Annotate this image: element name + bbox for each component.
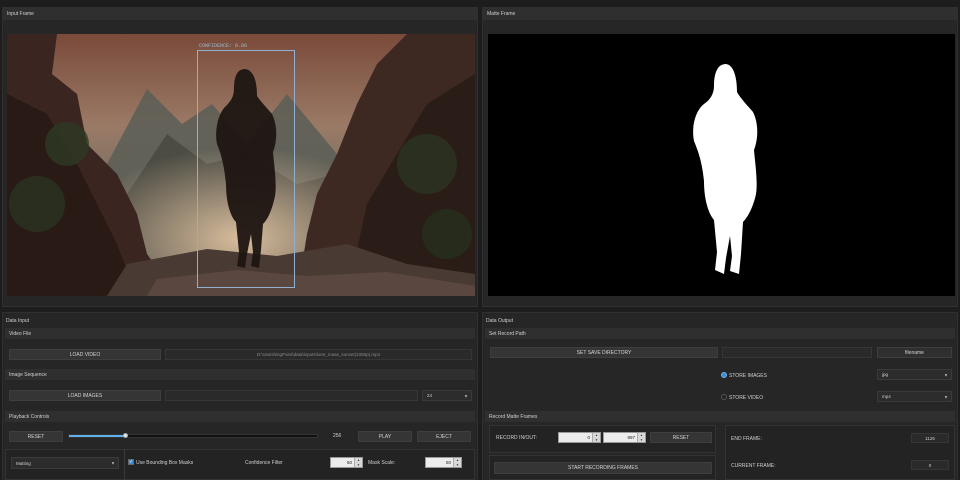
chevron-down-icon: ▼ bbox=[111, 460, 115, 466]
input-video-frame: CONFIDENCE: 0.86 bbox=[7, 34, 475, 296]
mask-scale-value: 50 bbox=[445, 460, 451, 465]
confidence-filter-label: Confidence Filter bbox=[245, 460, 283, 466]
start-recording-button[interactable]: START RECORDING FRAMES bbox=[494, 462, 712, 474]
images-format-select[interactable]: jpg ▼ bbox=[877, 369, 952, 380]
confidence-filter-spinbox[interactable]: 50 ▲ ▼ bbox=[330, 457, 363, 468]
save-directory-field[interactable] bbox=[722, 347, 872, 358]
play-button[interactable]: PLAY bbox=[358, 431, 412, 442]
spin-arrows-icon[interactable]: ▲ ▼ bbox=[592, 433, 600, 442]
record-reset-button[interactable]: RESET bbox=[650, 432, 712, 443]
store-images-radio[interactable] bbox=[721, 372, 727, 378]
playback-controls-header: Playback Controls bbox=[5, 411, 475, 422]
record-out-spinbox[interactable]: 897 ▲ ▼ bbox=[603, 432, 646, 443]
record-in-value: 0 bbox=[587, 435, 590, 440]
chevron-down-icon: ▼ bbox=[944, 372, 948, 377]
filename-field[interactable]: filename bbox=[877, 347, 952, 358]
playback-frame-value: 256 bbox=[333, 433, 342, 439]
matte-frame-title: Matte Frame bbox=[483, 8, 957, 20]
record-out-value: 897 bbox=[627, 435, 635, 440]
spin-arrows-icon[interactable]: ▲ ▼ bbox=[637, 433, 645, 442]
end-frame-label: END FRAME: bbox=[731, 436, 762, 442]
image-sequence-header: Image Sequence bbox=[5, 369, 475, 380]
store-images-label: STORE IMAGES bbox=[729, 373, 767, 379]
data-output-title: Data Output bbox=[486, 318, 513, 324]
chevron-down-icon: ▼ bbox=[944, 394, 948, 399]
current-frame-label: CURRENT FRAME: bbox=[731, 463, 776, 469]
current-frame-value: 0 bbox=[911, 460, 949, 470]
load-images-button[interactable]: LOAD IMAGES bbox=[9, 390, 161, 401]
mask-scale-spinbox[interactable]: 50 ▲ ▼ bbox=[425, 457, 462, 468]
use-bbox-checkbox[interactable]: ✓ bbox=[128, 459, 134, 465]
playback-slider[interactable] bbox=[68, 433, 318, 438]
mode-select-value: Matting bbox=[16, 460, 31, 466]
confidence-filter-value: 50 bbox=[346, 460, 352, 465]
store-video-label: STORE VIDEO bbox=[729, 395, 764, 401]
fps-select-value: 24 bbox=[427, 393, 433, 398]
eject-button[interactable]: EJECT bbox=[417, 431, 471, 442]
playback-slider-handle[interactable] bbox=[123, 433, 129, 438]
input-frame-title: Input Frame bbox=[3, 8, 477, 20]
detection-bounding-box bbox=[197, 50, 295, 288]
options-divider bbox=[124, 449, 125, 480]
chevron-down-icon: ▼ bbox=[464, 393, 468, 398]
spin-arrows-icon[interactable]: ▲ ▼ bbox=[354, 458, 362, 467]
matte-silhouette-image bbox=[488, 34, 955, 296]
video-file-header: Video File bbox=[5, 328, 475, 339]
video-format-select[interactable]: mp4 ▼ bbox=[877, 391, 952, 402]
matte-output-frame bbox=[488, 34, 955, 296]
playback-slider-fill bbox=[69, 435, 127, 437]
record-matte-frames-header: Record Matte Frames bbox=[485, 411, 955, 422]
spin-arrows-icon[interactable]: ▲ ▼ bbox=[453, 458, 461, 467]
playback-reset-button[interactable]: RESET bbox=[9, 431, 63, 442]
set-save-directory-button[interactable]: SET SAVE DIRECTORY bbox=[490, 347, 718, 358]
record-inout-label: RECORD IN/OUT: bbox=[496, 435, 537, 441]
store-video-radio[interactable] bbox=[721, 394, 727, 400]
load-video-button[interactable]: LOAD VIDEO bbox=[9, 349, 161, 360]
mask-scale-label: Mask Scale: bbox=[368, 460, 396, 466]
data-input-title: Data Input bbox=[6, 318, 30, 324]
fps-select[interactable]: 24 ▼ bbox=[422, 390, 472, 401]
images-format-value: jpg bbox=[882, 372, 889, 377]
mode-select[interactable]: Matting ▼ bbox=[11, 457, 119, 469]
end-frame-value: 1126 bbox=[911, 433, 949, 443]
video-path-field[interactable]: D:\VanishingPoint\data\inputs\lone_maas_… bbox=[165, 349, 472, 360]
image-sequence-path-field[interactable] bbox=[165, 390, 418, 401]
detection-bbox-label: CONFIDENCE: 0.86 bbox=[199, 43, 248, 49]
video-format-value: mp4 bbox=[882, 394, 891, 399]
record-path-header: Set Record Path bbox=[485, 328, 955, 339]
use-bbox-label: Use Bounding Box Masks bbox=[136, 460, 194, 466]
record-in-spinbox[interactable]: 0 ▲ ▼ bbox=[558, 432, 601, 443]
